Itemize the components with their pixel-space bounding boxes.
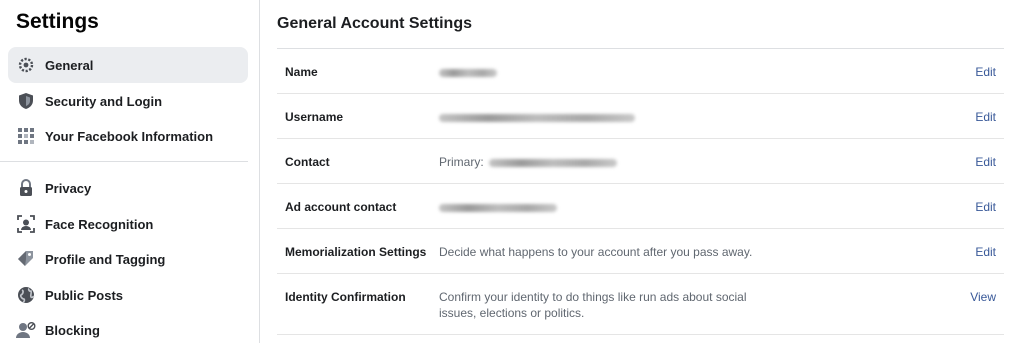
edit-name-link[interactable]: Edit	[975, 65, 996, 79]
general-account-settings-panel: General Account Settings Name Edit Usern…	[261, 0, 1024, 343]
sidebar-item-face-recognition[interactable]: Face Recognition	[8, 206, 248, 242]
sidebar-item-public-posts[interactable]: Public Posts	[8, 277, 248, 313]
edit-memorialization-link[interactable]: Edit	[975, 245, 996, 259]
shield-icon	[16, 91, 36, 111]
contact-value: Primary:	[439, 155, 618, 169]
sidebar-item-general[interactable]: General	[8, 47, 248, 83]
sidebar-item-label: Your Facebook Information	[45, 128, 214, 144]
grid-icon	[16, 126, 36, 146]
tag-icon	[16, 249, 36, 269]
page-title: General Account Settings	[277, 15, 472, 32]
sidebar-item-privacy[interactable]: Privacy	[8, 170, 248, 206]
memorialization-description: Decide what happens to your account afte…	[439, 245, 753, 259]
row-label: Username	[285, 110, 344, 124]
globe-icon	[16, 285, 36, 305]
sidebar-item-blocking[interactable]: Blocking	[8, 312, 248, 343]
edit-ad-account-contact-link[interactable]: Edit	[975, 200, 996, 214]
sidebar-item-your-facebook-information[interactable]: Your Facebook Information	[8, 118, 248, 154]
sidebar-item-label: Profile and Tagging	[45, 251, 166, 267]
sidebar-title: Settings	[16, 10, 99, 33]
row-label: Name	[285, 65, 318, 79]
edit-contact-link[interactable]: Edit	[975, 155, 996, 169]
sidebar-item-label: Security and Login	[45, 93, 163, 109]
sidebar-divider	[0, 161, 248, 162]
settings-row-ad-account-contact[interactable]: Ad account contact Edit	[277, 184, 1004, 229]
gear-icon	[16, 55, 36, 75]
sidebar-item-label: Blocking	[45, 322, 100, 338]
redacted-contact-value	[489, 158, 618, 167]
lock-icon	[16, 178, 36, 198]
sidebar-item-label: Privacy	[45, 180, 92, 196]
settings-row-identity-confirmation[interactable]: Identity Confirmation Confirm your ident…	[277, 274, 1004, 335]
redacted-username-value	[439, 110, 635, 124]
redacted-ad-contact-value	[439, 200, 557, 214]
face-recognition-icon	[16, 214, 36, 234]
row-label: Identity Confirmation	[285, 290, 406, 304]
sidebar: Settings General Security and Login Your…	[0, 0, 260, 343]
redacted-name-value	[439, 65, 497, 79]
sidebar-item-profile-and-tagging[interactable]: Profile and Tagging	[8, 241, 248, 277]
sidebar-item-security[interactable]: Security and Login	[8, 83, 248, 119]
settings-row-contact[interactable]: Primary: Contact Edit	[277, 139, 1004, 184]
sidebar-item-label: Face Recognition	[45, 216, 154, 232]
contact-primary-label: Primary:	[439, 155, 484, 169]
sidebar-item-label: Public Posts	[45, 287, 124, 303]
identity-confirmation-description: Confirm your identity to do things like …	[439, 290, 747, 320]
settings-row-memorialization[interactable]: Memorialization Settings Decide what hap…	[277, 229, 1004, 274]
settings-row-name[interactable]: Name Edit	[277, 49, 1004, 94]
view-identity-confirmation-link[interactable]: View	[970, 290, 996, 304]
row-label: Memorialization Settings	[285, 245, 427, 259]
sidebar-item-label: General	[45, 57, 94, 73]
row-label: Ad account contact	[285, 200, 397, 214]
blocked-user-icon	[16, 320, 36, 340]
settings-row-username[interactable]: Username Edit	[277, 94, 1004, 139]
row-label: Contact	[285, 155, 330, 169]
edit-username-link[interactable]: Edit	[975, 110, 996, 124]
